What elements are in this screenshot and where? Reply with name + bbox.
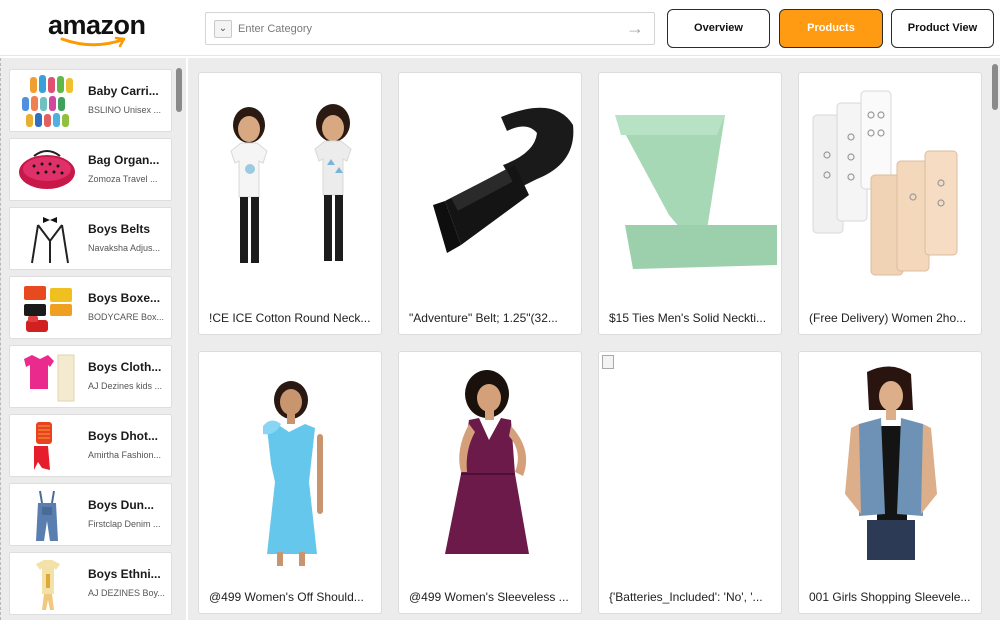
smile-arrow-icon (60, 36, 126, 48)
product-card[interactable]: 001 Girls Shopping Sleevele... (798, 351, 982, 614)
necktie-image (615, 115, 777, 269)
sidebar-item-title: Boys Boxe... (88, 291, 161, 305)
sidebar-item-title: Boys Belts (88, 222, 151, 236)
suspenders-thumbnail (31, 217, 69, 264)
amazon-logo[interactable]: amazon (44, 8, 154, 48)
dhoti-thumbnail (34, 422, 52, 470)
product-card[interactable]: {'Batteries_Included': 'No', '... (598, 351, 782, 614)
product-caption: (Free Delivery) Women 2ho... (809, 311, 967, 325)
blue-dress-image (263, 381, 323, 566)
category-combobox[interactable]: ⌄ → (205, 12, 655, 45)
arrow-right-icon[interactable]: → (626, 19, 646, 39)
product-caption: $15 Ties Men's Solid Neckti... (609, 311, 767, 325)
belt-image (433, 107, 574, 253)
sidebar-item-title: Boys Cloth... (88, 360, 162, 374)
sidebar-item-title: Boys Dun... (88, 498, 155, 512)
product-card[interactable]: @499 Women's Off Should... (198, 351, 382, 614)
purple-dress-image (445, 370, 529, 554)
category-sidebar[interactable]: Baby Carri... BSLINO Unisex ... Bag Orga… (0, 58, 186, 620)
sidebar-scrollbar[interactable] (176, 68, 182, 112)
sidebar-item-subtitle: AJ DEZINES Boy... (88, 588, 165, 598)
product-card[interactable]: $15 Ties Men's Solid Neckti... (598, 72, 782, 335)
product-caption: !CE ICE Cotton Round Neck... (209, 311, 371, 325)
sidebar-item[interactable]: Baby Carri... BSLINO Unisex ... (9, 69, 172, 132)
dungaree-thumbnail (36, 490, 58, 541)
product-caption: "Adventure" Belt; 1.25"(32... (409, 311, 558, 325)
sidebar-item-title: Bag Organ... (88, 153, 160, 167)
sidebar-item-title: Boys Ethni... (88, 567, 161, 581)
sidebar-item-subtitle: Navaksha Adjus... (88, 243, 161, 253)
product-caption: @499 Women's Sleeveless ... (409, 590, 569, 604)
sidebar-item[interactable]: Boys Cloth... AJ Dezines kids ... (9, 345, 172, 408)
sidebar-item-subtitle: AJ Dezines kids ... (88, 381, 163, 391)
top-header: amazon ⌄ → Overview Products Product Vie… (0, 0, 1000, 56)
bag-thumbnail (19, 150, 75, 189)
products-button[interactable]: Products (779, 9, 883, 48)
kids-tshirt-image (230, 104, 352, 263)
product-caption: @499 Women's Off Should... (209, 590, 364, 604)
sidebar-item-subtitle: Zomoza Travel ... (88, 174, 158, 184)
sidebar-item-subtitle: Firstclap Denim ... (88, 519, 161, 529)
sidebar-item-title: Boys Dhot... (88, 429, 159, 443)
socks-thumbnail (22, 75, 73, 127)
sidebar-item[interactable]: Boys Belts Navaksha Adjus... (9, 207, 172, 270)
product-grid[interactable]: !CE ICE Cotton Round Neck... "Adventure"… (188, 58, 1000, 620)
product-caption: 001 Girls Shopping Sleevele... (809, 590, 971, 604)
product-card[interactable]: @499 Women's Sleeveless ... (398, 351, 582, 614)
boxers-thumbnail (24, 286, 72, 332)
sidebar-item-title: Baby Carri... (88, 84, 159, 98)
product-view-button[interactable]: Product View (891, 9, 994, 48)
sidebar-item[interactable]: Boys Dhot... Amirtha Fashion... (9, 414, 172, 477)
product-card[interactable]: !CE ICE Cotton Round Neck... (198, 72, 382, 335)
shirt-thumbnail (24, 354, 75, 402)
product-card[interactable]: (Free Delivery) Women 2ho... (798, 72, 982, 335)
product-card[interactable]: "Adventure" Belt; 1.25"(32... (398, 72, 582, 335)
grid-scrollbar[interactable] (992, 64, 998, 110)
overview-button[interactable]: Overview (667, 9, 770, 48)
sidebar-item-subtitle: BODYCARE Box... (88, 312, 165, 322)
denim-vest-image (845, 366, 937, 560)
chevron-down-icon[interactable]: ⌄ (214, 20, 232, 38)
sidebar-item[interactable]: Boys Ethni... AJ DEZINES Boy... (9, 552, 172, 615)
broken-image-icon (602, 355, 614, 369)
sidebar-item[interactable]: Boys Boxe... BODYCARE Box... (9, 276, 172, 339)
ethnic-thumbnail (36, 560, 60, 610)
category-input[interactable] (238, 18, 618, 40)
product-caption: {'Batteries_Included': 'No', '... (609, 590, 763, 604)
sidebar-item-subtitle: Amirtha Fashion... (88, 450, 162, 460)
bra-extender-image (812, 90, 958, 276)
sidebar-item-subtitle: BSLINO Unisex ... (88, 105, 162, 115)
sidebar-item[interactable]: Bag Organ... Zomoza Travel ... (9, 138, 172, 201)
sidebar-item[interactable]: Boys Dun... Firstclap Denim ... (9, 483, 172, 546)
